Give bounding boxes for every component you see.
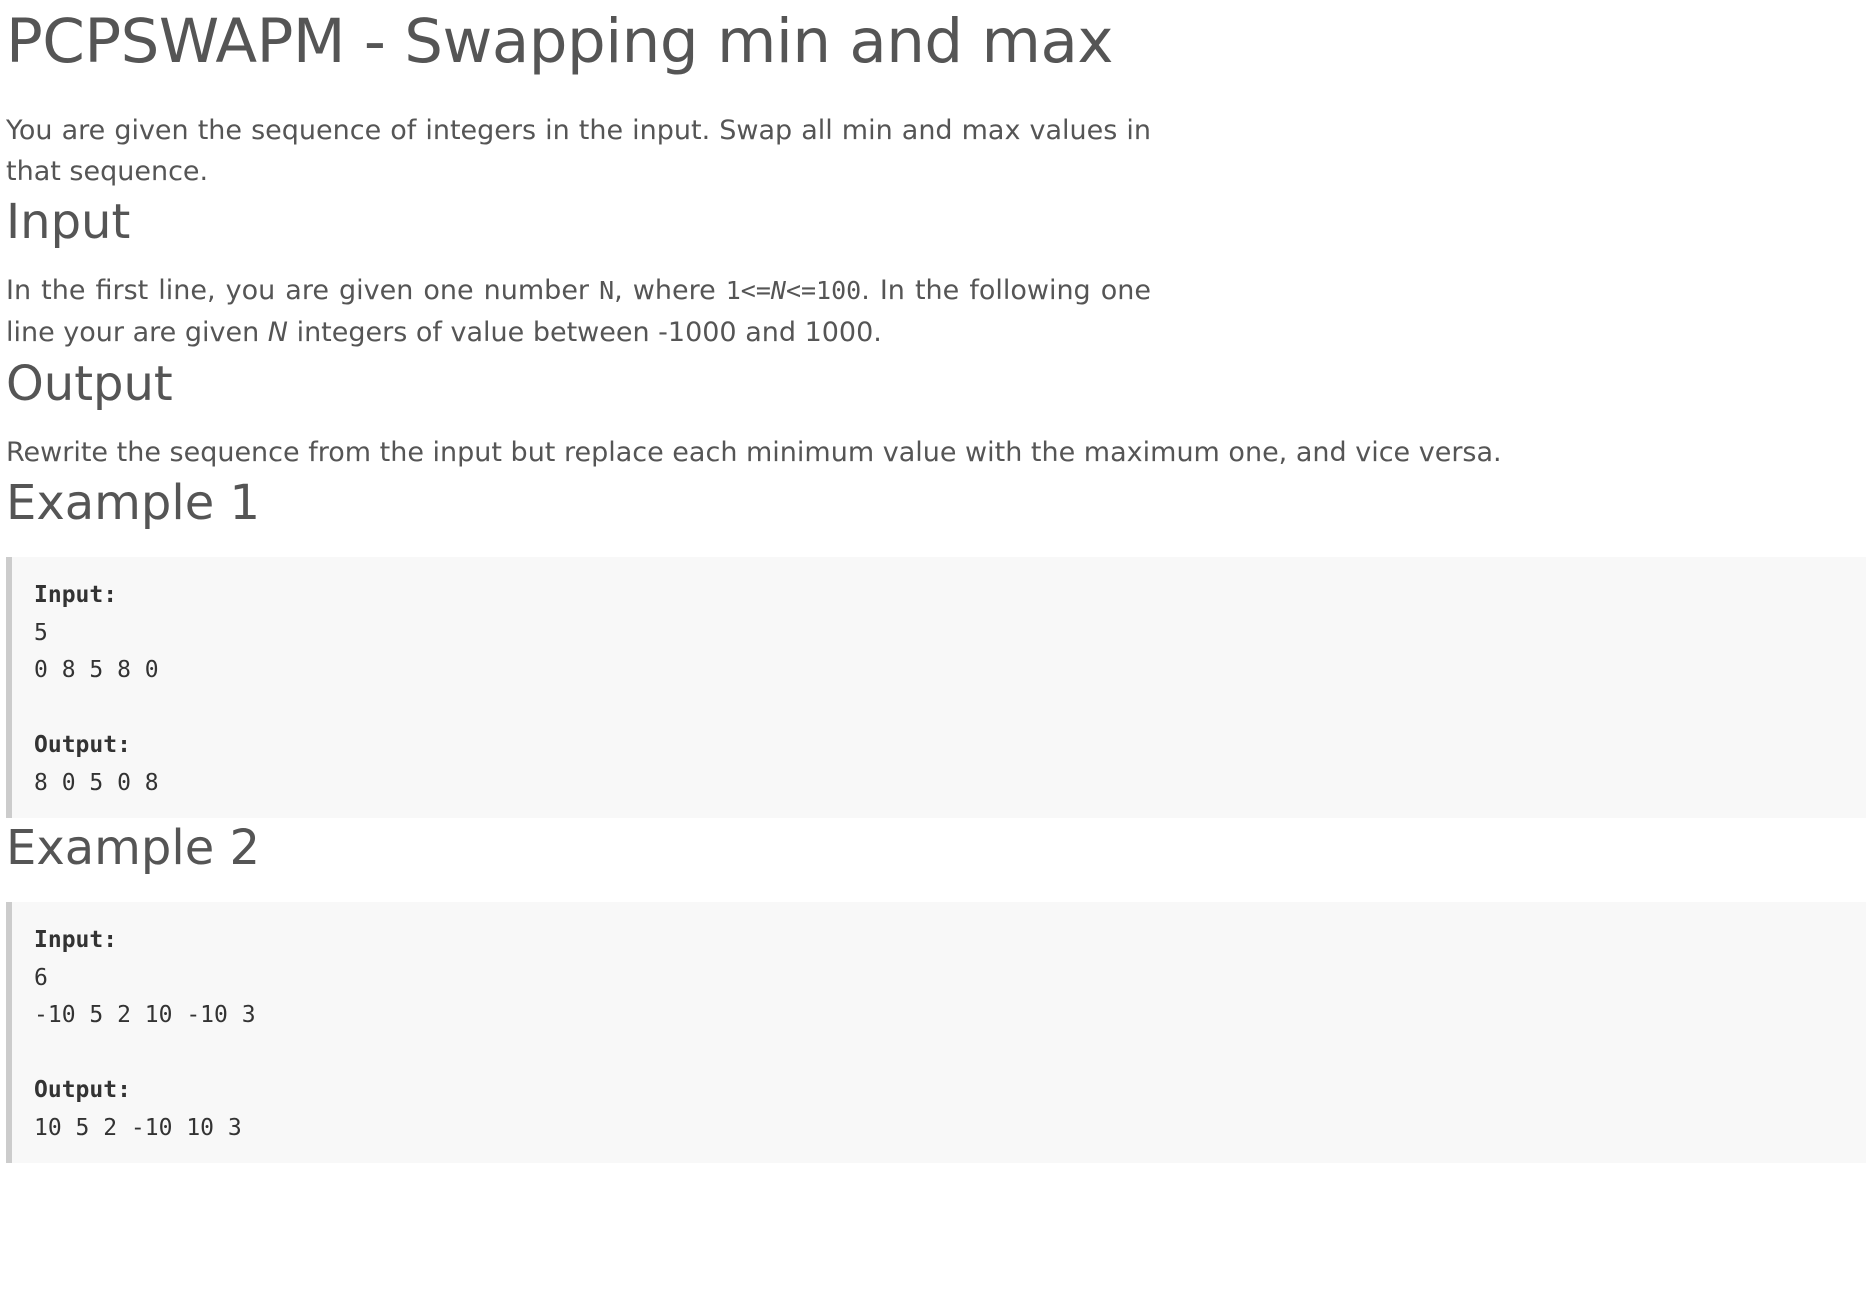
var-n: N bbox=[267, 317, 288, 348]
problem-page: PCPSWAPM - Swapping min and max You are … bbox=[0, 0, 1872, 1302]
example-1-output-label: Output: bbox=[34, 732, 131, 758]
problem-intro: You are given the sequence of integers i… bbox=[6, 115, 1151, 187]
code-n: N bbox=[599, 276, 615, 305]
input-heading: Input bbox=[6, 194, 131, 250]
example-2-input-line: -10 5 2 10 -10 3 bbox=[34, 1002, 256, 1028]
example-1-input-line: 5 bbox=[34, 619, 48, 646]
example-1-input-label: Input: bbox=[34, 582, 118, 608]
output-description: Rewrite the sequence from the input but … bbox=[6, 437, 1502, 468]
input-text-part4: integers of value between -1000 and 1000… bbox=[287, 317, 882, 348]
code-range-end: <=100 bbox=[785, 276, 862, 305]
example-1-heading: Example 1 bbox=[6, 475, 261, 531]
code-range-var: N bbox=[770, 276, 786, 305]
output-heading: Output bbox=[6, 356, 173, 412]
example-1-output-line: 8 0 5 0 8 bbox=[34, 769, 159, 796]
code-range-start: 1<= bbox=[725, 276, 771, 305]
example-2-input-label: Input: bbox=[34, 927, 118, 953]
code-range: 1<=N<=100 bbox=[726, 276, 861, 305]
example-2-block: Input: 6 -10 5 2 10 -10 3 Output: 10 5 2… bbox=[6, 902, 1866, 1163]
example-2-heading: Example 2 bbox=[6, 820, 261, 876]
example-1-block: Input: 5 0 8 5 8 0 Output: 8 0 5 0 8 bbox=[6, 557, 1866, 818]
example-1-input-line: 0 8 5 8 0 bbox=[34, 657, 159, 683]
page-title: PCPSWAPM - Swapping min and max bbox=[6, 6, 1113, 77]
example-2-input-line: 6 bbox=[34, 964, 48, 991]
input-description: In the first line, you are given one num… bbox=[6, 270, 1151, 354]
example-2-output-line: 10 5 2 -10 10 3 bbox=[34, 1114, 242, 1141]
input-text-part1: In the first line, you are given one num… bbox=[6, 275, 600, 306]
example-2-spacer bbox=[34, 1035, 1842, 1073]
example-1-spacer bbox=[34, 690, 1842, 728]
example-2-output-label: Output: bbox=[34, 1077, 131, 1103]
input-text-part2: , where bbox=[614, 275, 726, 306]
